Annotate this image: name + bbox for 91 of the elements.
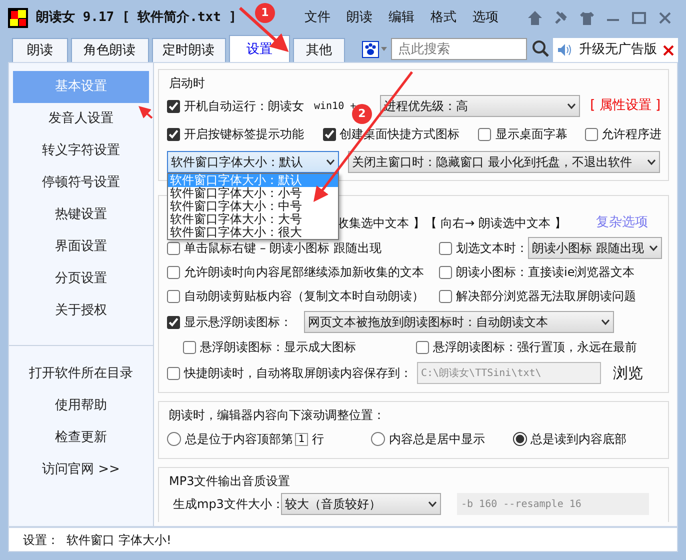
dropdown-option[interactable]: 软件窗口字体大小：很大 [168,226,338,239]
search-icon[interactable] [532,40,550,58]
menu-item[interactable]: 文件 [296,8,339,28]
checkbox[interactable] [183,340,196,354]
checkbox[interactable] [167,242,180,254]
checkbox[interactable] [167,266,180,278]
menu-item[interactable]: 编辑 [380,8,423,28]
checkbox-label: 朗读小图标：直接读ie浏览器文本 [456,264,635,281]
complex-options-link[interactable]: 复杂选项 [596,213,648,233]
checkbox-label: 显示桌面字幕 [495,126,568,143]
paw-icon[interactable] [362,41,388,59]
checkbox[interactable] [167,100,180,112]
checkbox-label: 单击鼠标右键 – 朗读小图标 跟随出现 [184,240,382,257]
checkbox-label: 开机自动运行：朗读女 [184,98,304,115]
sidebar-item[interactable]: 发音人设置 [13,103,149,135]
menu-item[interactable]: 朗读 [338,8,381,28]
checkbox[interactable] [322,128,336,140]
close-icon[interactable] [663,44,674,56]
speaker-icon [557,43,574,57]
sidebar-item[interactable]: 停顿符号设置 [13,167,149,199]
checkbox[interactable] [584,128,598,140]
checkbox-label: 划选文本时： [456,240,528,257]
checkbox[interactable] [416,340,429,354]
sidebar-item[interactable]: 热键设置 [13,199,149,231]
menu-item[interactable]: 选项 [464,8,507,28]
group-title: MP3文件输出音质设置 [167,472,292,490]
checkbox-label: 显示悬浮朗读图标： [184,314,292,331]
radio-button[interactable] [167,432,181,446]
dropdown-option[interactable]: 软件窗口字体大小：小号 [168,187,338,200]
font-size-dropdown[interactable]: 软件窗口字体大小：默认 [167,151,339,173]
radio-label: 内容总是居中显示 [389,431,486,448]
checkbox-label: 悬浮朗读图标：显示成大图标 [200,339,356,356]
checkbox[interactable] [478,128,492,140]
sidebar-item[interactable]: 关于授权 [13,295,149,327]
mp3-size-dropdown[interactable]: 较大（音质较好） [281,493,441,515]
sidebar-item[interactable]: 转义字符设置 [13,135,149,167]
home-icon[interactable] [526,8,544,26]
checkbox-label: 解决部分浏览器无法取屏朗读问题 [456,288,636,305]
caret-icon [326,159,335,165]
checkbox-label: 自动朗读剪贴板内容（复制文本时自动朗读） [184,288,424,305]
tab[interactable]: 角色朗读 [70,38,149,62]
field-label: 生成mp3文件大小： [173,496,281,513]
menu-item[interactable]: 格式 [422,8,465,28]
checkbox[interactable] [167,290,180,302]
checkbox[interactable] [439,242,452,254]
properties-link[interactable]: [ 属性设置 ] [590,96,661,116]
sidebar-link[interactable]: 检查更新 [13,422,149,454]
sidebar-link[interactable]: 访问官网 >> [13,454,149,486]
checkbox[interactable] [439,290,452,302]
checkbox[interactable] [439,266,452,278]
caret-icon [649,245,658,251]
selection-dropdown[interactable]: 朗读小图标 跟随出现 [528,237,662,259]
checkbox-label: 允许朗读时向内容尾部继续添加新收集的文本 [184,264,424,281]
caret-icon [428,501,437,507]
checkbox-label: 允许程序进 [602,126,662,143]
caret-icon [647,159,656,165]
sidebar-link[interactable]: 打开软件所在目录 [13,358,149,390]
checkbox-label: 快捷朗读时，自动将取屏朗读内容保存到： [184,365,412,382]
encoder-parameters: -b 160 --resample 16 [457,493,649,515]
sidebar-link[interactable]: 使用帮助 [13,390,149,422]
tab[interactable]: 其他 [293,38,346,62]
radio-label: 总是位于内容顶部第 [185,431,293,448]
caret-icon [601,319,610,325]
tab[interactable]: 定时朗读 [152,38,226,62]
close-behavior-dropdown[interactable]: 关闭主窗口时：隐藏窗口 最小化到托盘，不退出软件 [348,151,660,173]
annotation-arrow [239,6,289,52]
radio-button[interactable] [512,432,527,446]
dropdown-option[interactable]: 软件窗口字体大小：中号 [168,200,338,213]
checkbox[interactable] [167,366,180,380]
window-title: 朗读女 9.17 [ 软件简介.txt ] [36,8,237,27]
radio-label: 总是读到内容底部 [530,431,627,448]
app-logo-icon [8,8,28,28]
checkbox[interactable] [167,316,180,328]
dropdown-option[interactable]: 软件窗口字体大小：大号 [168,213,338,226]
tab[interactable]: 朗读 [12,38,68,62]
drop-action-dropdown[interactable]: 网页文本被拖放到朗读图标时：自动朗读文本 [304,311,614,333]
step-number-badge: 1 [255,3,275,23]
status-bar: 设置： 软件窗口 字体大小! [8,527,678,552]
checkbox[interactable] [167,128,180,140]
checkbox-label: 悬浮朗读图标：强行置顶，永远在最前 [433,339,637,356]
annotation-arrow [138,106,153,119]
search-field[interactable]: 点此搜索 [391,38,528,60]
caret-icon [567,103,576,109]
unit-label: 行 [312,431,324,448]
line-number-field[interactable]: 1 [295,432,308,446]
radio-button[interactable] [371,432,386,446]
checkbox-label: 开启按键标签提示功能 [184,126,304,143]
sidebar-item[interactable]: 分页设置 [13,263,149,295]
sidebar-item[interactable]: 界面设置 [13,231,149,263]
group-title: 启动时 [167,74,207,92]
browse-button[interactable]: 浏览 [613,362,643,384]
